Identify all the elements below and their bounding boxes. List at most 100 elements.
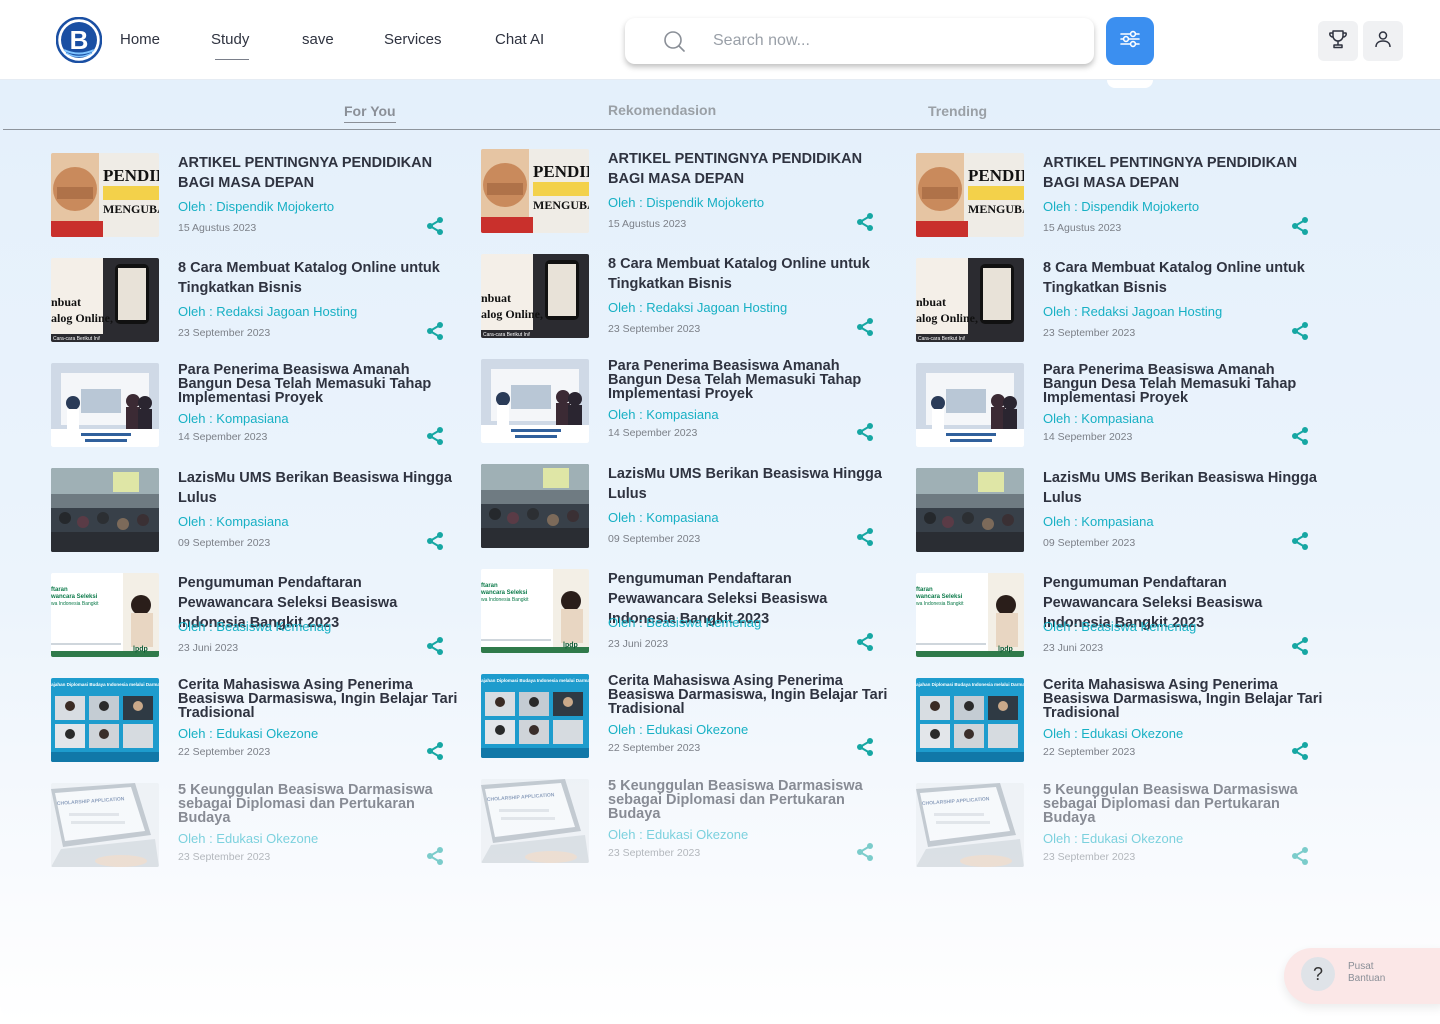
article-date: 23 September 2023 bbox=[178, 327, 271, 339]
share-icon[interactable] bbox=[425, 321, 445, 341]
article-author: Oleh : Edukasi Okezone bbox=[608, 827, 749, 842]
share-icon[interactable] bbox=[1290, 426, 1310, 446]
article-card[interactable]: PENDIDIK MENGUBAH D ARTIKEL PENTINGNYA P… bbox=[51, 153, 471, 243]
share-icon[interactable] bbox=[1290, 741, 1310, 761]
article-card[interactable]: ftaran wancara Seleksi wa Indonesia Bang… bbox=[481, 569, 901, 659]
svg-text:lpdp: lpdp bbox=[133, 646, 148, 653]
share-icon[interactable] bbox=[855, 632, 875, 652]
search-input[interactable] bbox=[713, 28, 1073, 54]
article-date: 14 Sepember 2023 bbox=[1043, 431, 1133, 443]
lazismu-thumbnail bbox=[916, 468, 1024, 552]
article-card[interactable]: Para Penerima Beasiswa Amanah Bangun Des… bbox=[916, 363, 1336, 453]
share-icon[interactable] bbox=[1290, 846, 1310, 866]
article-author: Oleh : Redaksi Jagoan Hosting bbox=[608, 300, 788, 315]
svg-text:PENDIDIK: PENDIDIK bbox=[103, 166, 159, 185]
article-date: 14 Sepember 2023 bbox=[178, 431, 268, 443]
svg-text:Penjelajahan Diplomasi Budaya: Penjelajahan Diplomasi Budaya Indonesia … bbox=[51, 682, 159, 687]
article-author: Oleh : Edukasi Okezone bbox=[178, 726, 319, 741]
cerita-thumbnail: Penjelajahan Diplomasi Budaya Indonesia … bbox=[51, 678, 159, 762]
article-author: Oleh : Dispendik Mojokerto bbox=[178, 199, 335, 214]
share-icon[interactable] bbox=[855, 842, 875, 862]
article-card[interactable]: LazisMu UMS Berikan Beasiswa Hingga Lulu… bbox=[51, 468, 471, 558]
article-date: 23 Juni 2023 bbox=[1043, 642, 1104, 654]
share-icon[interactable] bbox=[1290, 531, 1310, 551]
article-card[interactable]: CHOLARSHIP APPLICATION 5 Keunggulan Beas… bbox=[481, 779, 901, 869]
article-card[interactable]: Penjelajahan Diplomasi Budaya Indonesia … bbox=[481, 674, 901, 764]
article-date: 22 September 2023 bbox=[1043, 746, 1136, 758]
nav-chat-ai[interactable]: Chat AI bbox=[495, 31, 544, 48]
article-card[interactable]: nbuat alog Online, Cara-cara Berikut Ini… bbox=[51, 258, 471, 348]
nav-save[interactable]: save bbox=[302, 31, 334, 48]
article-date: 23 September 2023 bbox=[1043, 327, 1136, 339]
nav-study[interactable]: Study bbox=[211, 31, 250, 60]
article-title: ARTIKEL PENTINGNYA PENDIDIKAN BAGI MASA … bbox=[608, 151, 863, 187]
article-card[interactable]: Para Penerima Beasiswa Amanah Bangun Des… bbox=[51, 363, 471, 453]
article-author: Oleh : Edukasi Okezone bbox=[178, 831, 319, 846]
article-title: Cerita Mahasiswa Asing Penerima Beasiswa… bbox=[178, 677, 458, 721]
share-icon[interactable] bbox=[1290, 216, 1310, 236]
article-card[interactable]: ftaran wancara Seleksi wa Indonesia Bang… bbox=[51, 573, 471, 663]
article-card[interactable]: Penjelajahan Diplomasi Budaya Indonesia … bbox=[51, 678, 471, 768]
article-date: 22 September 2023 bbox=[178, 746, 271, 758]
article-card[interactable]: LazisMu UMS Berikan Beasiswa Hingga Lulu… bbox=[916, 468, 1336, 558]
share-icon[interactable] bbox=[855, 422, 875, 442]
article-date: 23 September 2023 bbox=[1043, 851, 1136, 863]
filter-button[interactable] bbox=[1106, 17, 1154, 65]
share-icon[interactable] bbox=[1290, 636, 1310, 656]
share-icon[interactable] bbox=[425, 426, 445, 446]
svg-text:MENGUBAH D: MENGUBAH D bbox=[968, 202, 1024, 216]
article-card[interactable]: Para Penerima Beasiswa Amanah Bangun Des… bbox=[481, 359, 901, 449]
share-icon[interactable] bbox=[1290, 321, 1310, 341]
svg-text:Penjelajahan Diplomasi Budaya: Penjelajahan Diplomasi Budaya Indonesia … bbox=[481, 678, 589, 683]
tab-for-you[interactable]: For You bbox=[344, 103, 396, 123]
article-author: Oleh : Beasiswa Kemenag bbox=[608, 615, 762, 630]
article-card[interactable]: ftaran wancara Seleksi wa Indonesia Bang… bbox=[916, 573, 1336, 663]
article-title: Cerita Mahasiswa Asing Penerima Beasiswa… bbox=[1043, 677, 1323, 721]
nav-home[interactable]: Home bbox=[120, 31, 160, 48]
article-card[interactable]: Penjelajahan Diplomasi Budaya Indonesia … bbox=[916, 678, 1336, 768]
article-card[interactable]: PENDIDIK MENGUBAH D ARTIKEL PENTINGNYA P… bbox=[916, 153, 1336, 243]
article-card[interactable]: CHOLARSHIP APPLICATION 5 Keunggulan Beas… bbox=[916, 783, 1336, 873]
svg-text:ftaran: ftaran bbox=[916, 587, 933, 593]
article-card[interactable]: PENDIDIK MENGUBAH D ARTIKEL PENTINGNYA P… bbox=[481, 149, 901, 239]
article-author: Oleh : Edukasi Okezone bbox=[1043, 726, 1184, 741]
nav-services[interactable]: Services bbox=[384, 31, 442, 48]
article-card[interactable]: LazisMu UMS Berikan Beasiswa Hingga Lulu… bbox=[481, 464, 901, 554]
svg-text:Penjelajahan Diplomasi Budaya: Penjelajahan Diplomasi Budaya Indonesia … bbox=[916, 682, 1024, 687]
search-bar bbox=[625, 18, 1094, 64]
svg-text:MENGUBAH D: MENGUBAH D bbox=[533, 198, 589, 212]
share-icon[interactable] bbox=[855, 737, 875, 757]
search-icon[interactable] bbox=[663, 30, 685, 52]
article-title: 5 Keunggulan Beasiswa Darmasiswa sebagai… bbox=[608, 778, 863, 822]
pengumuman-thumbnail: ftaran wancara Seleksi wa Indonesia Bang… bbox=[481, 569, 589, 653]
share-icon[interactable] bbox=[855, 212, 875, 232]
article-author: Oleh : Kompasiana bbox=[178, 411, 289, 426]
share-icon[interactable] bbox=[425, 741, 445, 761]
article-card[interactable]: nbuat alog Online, Cara-cara Berikut Ini… bbox=[481, 254, 901, 344]
help-center-button[interactable]: ? Pusat Bantuan bbox=[1284, 948, 1440, 1004]
profile-button[interactable] bbox=[1363, 21, 1403, 61]
svg-text:Cara-cara Berikut Ini!: Cara-cara Berikut Ini! bbox=[53, 336, 100, 342]
share-icon[interactable] bbox=[425, 216, 445, 236]
svg-text:wancara Seleksi: wancara Seleksi bbox=[481, 590, 528, 596]
share-icon[interactable] bbox=[855, 527, 875, 547]
brand-logo[interactable]: B bbox=[55, 16, 103, 64]
trophy-button[interactable] bbox=[1318, 21, 1358, 61]
tab-trending[interactable]: Trending bbox=[928, 103, 987, 119]
article-title: LazisMu UMS Berikan Beasiswa Hingga Lulu… bbox=[178, 470, 452, 506]
article-author: Oleh : Kompasiana bbox=[1043, 514, 1154, 529]
share-icon[interactable] bbox=[425, 846, 445, 866]
article-date: 22 September 2023 bbox=[608, 742, 701, 754]
article-author: Oleh : Redaksi Jagoan Hosting bbox=[1043, 304, 1223, 319]
share-icon[interactable] bbox=[425, 531, 445, 551]
article-date: 15 Agustus 2023 bbox=[1043, 222, 1122, 234]
pendidikan-thumbnail: PENDIDIK MENGUBAH D bbox=[916, 153, 1024, 237]
article-card[interactable]: CHOLARSHIP APPLICATION 5 Keunggulan Beas… bbox=[51, 783, 471, 873]
article-card[interactable]: nbuat alog Online, Cara-cara Berikut Ini… bbox=[916, 258, 1336, 348]
share-icon[interactable] bbox=[425, 636, 445, 656]
article-title: Cerita Mahasiswa Asing Penerima Beasiswa… bbox=[608, 673, 888, 717]
share-icon[interactable] bbox=[855, 317, 875, 337]
trophy-icon bbox=[1327, 28, 1349, 55]
tab-rekomendasi[interactable]: Rekomendasion bbox=[608, 102, 716, 118]
article-title: 5 Keunggulan Beasiswa Darmasiswa sebagai… bbox=[178, 782, 433, 826]
